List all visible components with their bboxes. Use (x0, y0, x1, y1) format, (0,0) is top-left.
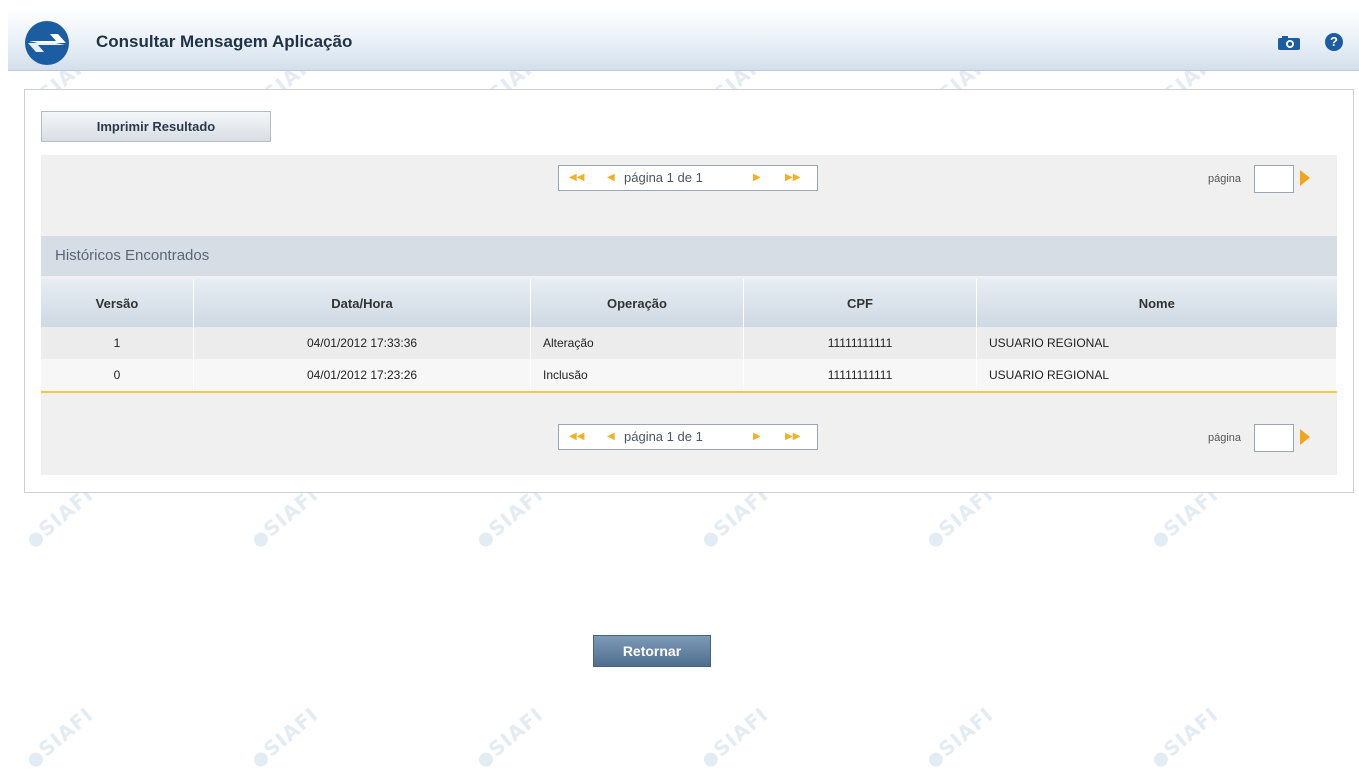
cell-datetime: 04/01/2012 17:23:26 (193, 359, 531, 393)
column-header: Nome (976, 279, 1337, 327)
next-page-icon[interactable]: ▶ (753, 166, 761, 190)
cell-cpf: 11111111111 (743, 327, 977, 359)
pager-bottom: ◀◀ ◀ página 1 de 1 ▶ ▶▶ (558, 424, 818, 450)
watermark-logo: SIAFI (697, 702, 773, 771)
goto-page-arrow-icon[interactable] (1300, 429, 1310, 445)
goto-page-arrow-icon[interactable] (1300, 170, 1310, 186)
watermark-logo: SIAFI (22, 702, 98, 771)
first-page-icon[interactable]: ◀◀ (569, 166, 584, 190)
return-button[interactable]: Retornar (593, 635, 711, 667)
prev-page-icon[interactable]: ◀ (607, 425, 615, 449)
print-result-button[interactable]: Imprimir Resultado (41, 111, 271, 142)
cell-name: USUARIO REGIONAL (976, 359, 1337, 393)
prev-page-icon[interactable]: ◀ (607, 166, 615, 190)
goto-page-input[interactable] (1254, 165, 1294, 193)
pager-text: página 1 de 1 (624, 429, 703, 444)
page-title: Consultar Mensagem Aplicação (96, 32, 353, 51)
table-row: 0 04/01/2012 17:23:26 Inclusão 111111111… (41, 359, 1337, 393)
cell-cpf: 11111111111 (743, 359, 977, 393)
watermark-logo: SIAFI (922, 702, 998, 771)
history-table: Versão Data/Hora Operação CPF Nome 1 04/… (41, 279, 1337, 393)
first-page-icon[interactable]: ◀◀ (569, 425, 584, 449)
camera-icon[interactable] (1278, 36, 1300, 50)
column-header: Data/Hora (193, 279, 531, 327)
goto-page-label: página (1208, 173, 1242, 185)
watermark-logo: SIAFI (1147, 702, 1223, 771)
goto-page-input[interactable] (1254, 424, 1294, 452)
column-header: Operação (530, 279, 744, 327)
cell-datetime: 04/01/2012 17:33:36 (193, 327, 531, 359)
pager-top: ◀◀ ◀ página 1 de 1 ▶ ▶▶ (558, 165, 818, 191)
column-header: Versão (41, 279, 194, 327)
goto-page-label: página (1208, 432, 1242, 444)
results-panel: Imprimir Resultado ◀◀ ◀ página 1 de 1 ▶ … (24, 89, 1354, 493)
cell-name: USUARIO REGIONAL (976, 327, 1337, 359)
help-icon[interactable]: ? (1325, 33, 1343, 51)
cell-operation: Alteração (530, 327, 744, 359)
watermark-logo: SIAFI (472, 702, 548, 771)
cell-version: 1 (41, 327, 194, 359)
siafi-logo-icon (25, 21, 69, 65)
pager-text: página 1 de 1 (624, 170, 703, 185)
last-page-icon[interactable]: ▶▶ (785, 425, 800, 449)
column-header: CPF (743, 279, 977, 327)
section-title: Históricos Encontrados (41, 236, 1337, 276)
next-page-icon[interactable]: ▶ (753, 425, 761, 449)
last-page-icon[interactable]: ▶▶ (785, 166, 800, 190)
cell-version: 0 (41, 359, 194, 393)
watermark-logo: SIAFI (247, 702, 323, 771)
table-row: 1 04/01/2012 17:33:36 Alteração 11111111… (41, 327, 1337, 359)
cell-operation: Inclusão (530, 359, 744, 393)
title-bar: Consultar Mensagem Aplicação ? (8, 10, 1359, 71)
